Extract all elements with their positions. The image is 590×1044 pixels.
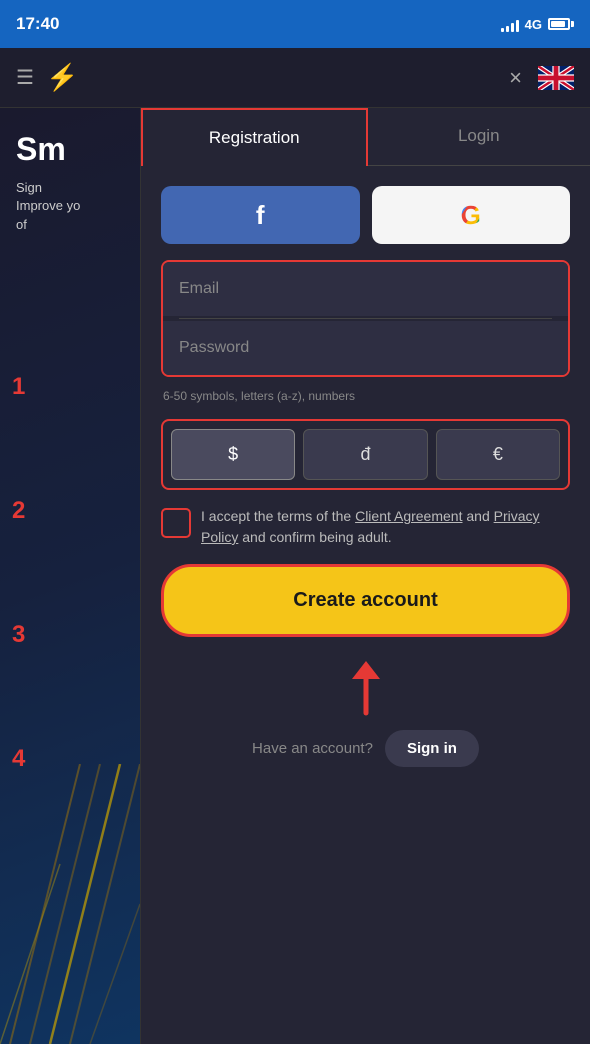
bg-panel: Sm Sign Improve yo of 1 2 3 4 [0,108,140,1044]
status-icons: 4G [501,16,574,32]
step-numbers: 1 2 3 4 [12,373,25,773]
decorative-lines [0,764,140,1044]
password-field[interactable] [163,321,568,375]
tab-login[interactable]: Login [368,108,590,165]
bg-title: Sm [16,132,124,167]
hamburger-icon[interactable]: ☰ [16,65,34,90]
sign-in-button[interactable]: Sign in [385,730,479,767]
terms-checkbox[interactable] [161,508,191,538]
step-1: 1 [12,373,25,401]
input-divider [179,318,552,319]
tabs-row: Registration Login [141,108,590,166]
google-login-button[interactable]: G [372,186,571,244]
bolt-logo-icon: ⚡ [46,62,78,93]
facebook-icon: f [256,200,265,231]
battery-icon [548,18,574,30]
step-3: 3 [12,621,25,649]
step-2: 2 [12,497,25,525]
password-hint: 6-50 symbols, letters (a-z), numbers [161,389,570,403]
email-password-group [161,260,570,377]
social-row: f G [161,186,570,244]
modal-panel: Registration Login f G [140,108,590,1044]
bg-subtitle: Sign Improve yo of [16,179,124,234]
email-field[interactable] [163,262,568,316]
currency-selector: $ đ € [161,419,570,490]
modal-content: f G 6-50 symbols, letters (a-z), numbers… [141,166,590,661]
currency-vnd-button[interactable]: đ [303,429,427,480]
close-icon[interactable]: × [509,65,522,91]
uk-flag-icon [538,66,574,90]
header-left: ☰ ⚡ [16,62,78,93]
signal-bars-icon [501,16,519,32]
tab-registration[interactable]: Registration [141,108,368,166]
status-time: 17:40 [16,14,59,34]
currency-eur-button[interactable]: € [436,429,560,480]
terms-text: I accept the terms of the Client Agreeme… [201,506,570,548]
page-wrapper: Sm Sign Improve yo of 1 2 3 4 [0,108,590,1044]
have-account-text: Have an account? [252,740,373,757]
arrow-up-icon [348,661,384,722]
terms-row: I accept the terms of the Client Agreeme… [161,506,570,548]
google-icon: G [461,200,481,231]
network-label: 4G [525,17,542,32]
bottom-section: Have an account? Sign in [141,661,590,787]
app-header: ☰ ⚡ × [0,48,590,108]
have-account-row: Have an account? Sign in [252,730,479,767]
client-agreement-link[interactable]: Client Agreement [355,508,462,524]
currency-usd-button[interactable]: $ [171,429,295,480]
status-bar: 17:40 4G [0,0,590,48]
facebook-login-button[interactable]: f [161,186,360,244]
header-right: × [509,65,574,91]
create-account-button[interactable]: Create account [161,564,570,637]
